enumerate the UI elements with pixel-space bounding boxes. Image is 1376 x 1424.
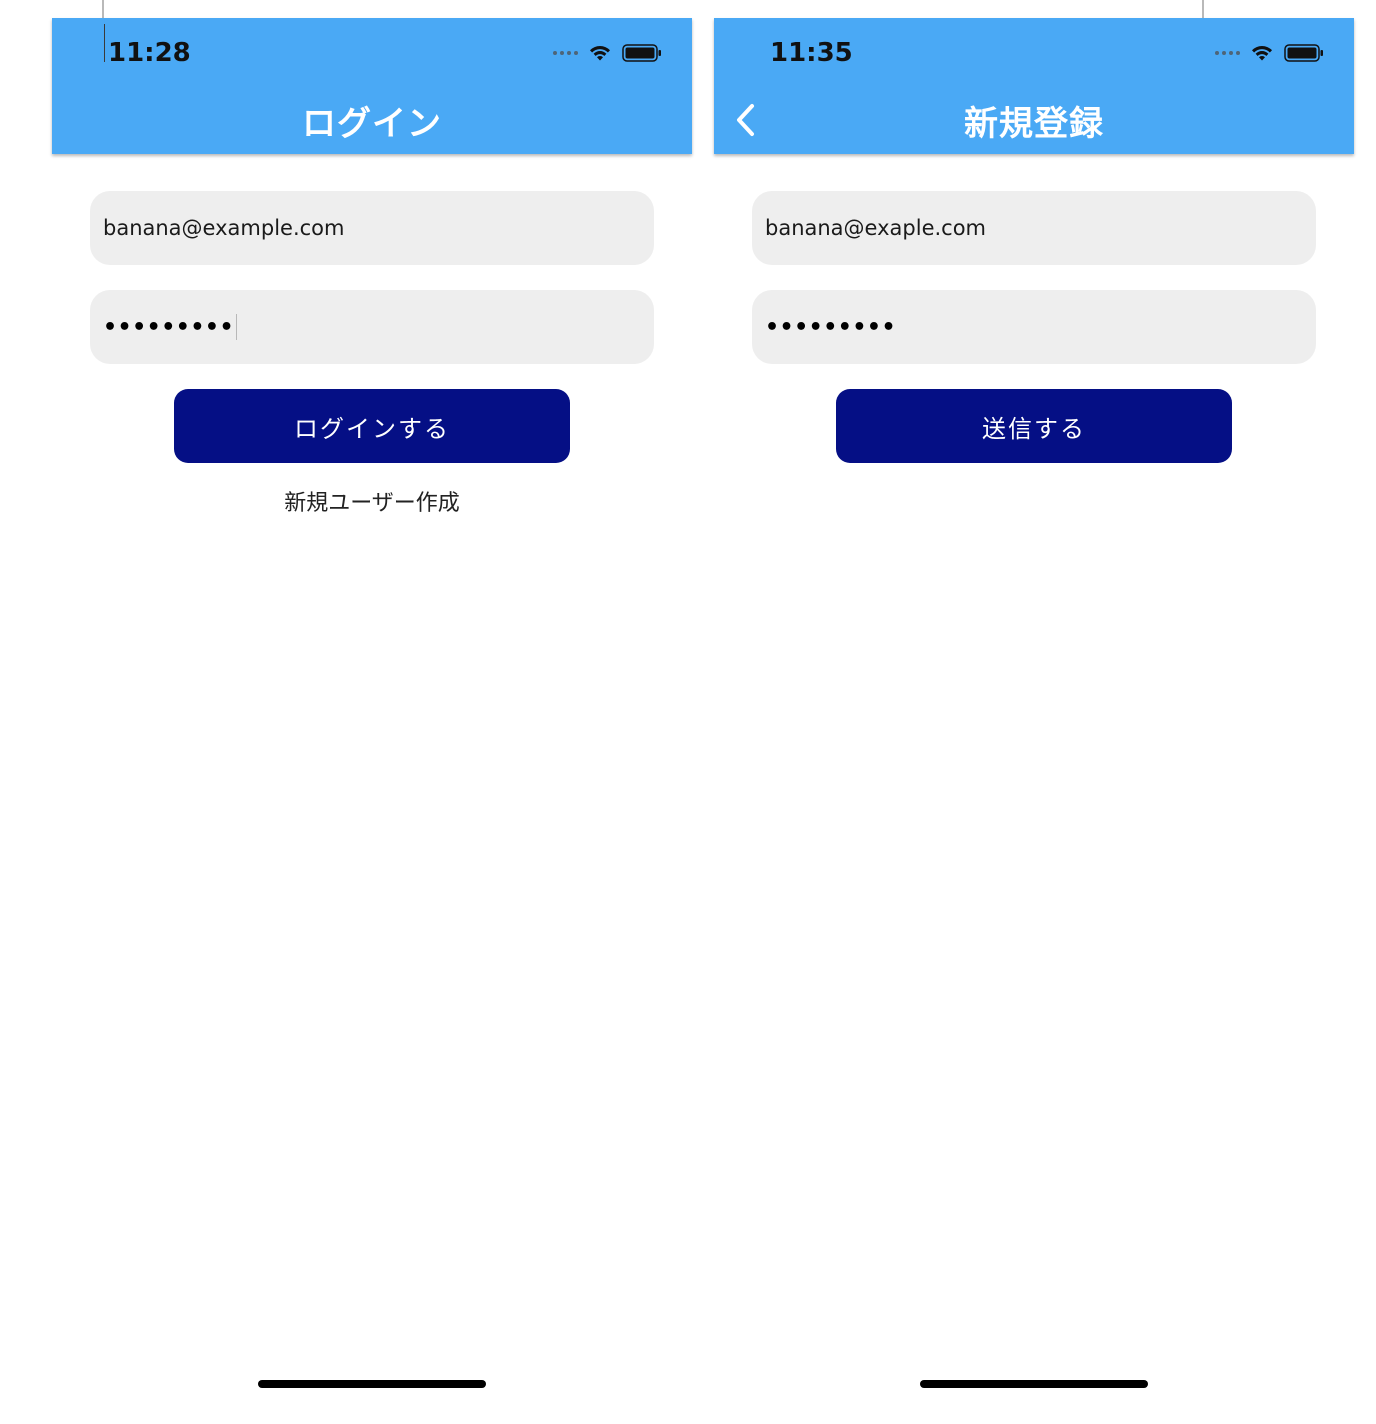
password-field[interactable]: ••••••••• [752,290,1316,364]
text-caret [236,314,238,340]
status-icons [553,42,662,64]
email-field[interactable]: banana@example.com [90,191,654,265]
battery-icon [622,44,661,62]
status-icons [1215,42,1324,64]
battery-icon [1284,44,1323,62]
status-time: 11:35 [770,38,853,68]
status-time: 11:28 [108,38,191,68]
password-field[interactable]: ••••••••• [90,290,654,364]
navigation-bar: 11:28 ログイン [52,18,692,154]
email-value: banana@example.com [103,216,345,240]
window-corner-mark [58,0,104,20]
email-field[interactable]: banana@exaple.com [752,191,1316,265]
wifi-icon [1252,45,1272,61]
navigation-bar: 11:35 新規登録 [714,18,1354,154]
window-corner-mark [1202,0,1248,20]
editor-cursor [104,24,105,62]
home-indicator[interactable] [920,1380,1148,1388]
wifi-icon [590,45,610,61]
login-button[interactable]: ログインする [174,389,570,463]
password-value: ••••••••• [765,314,897,340]
password-value: ••••••••• [103,314,235,340]
create-user-link[interactable]: 新規ユーザー作成 [52,485,692,517]
signal-dots-icon [553,51,578,55]
login-screen: 11:28 ログイン banana@example.com ••••••••• … [52,18,692,1424]
submit-button[interactable]: 送信する [836,389,1232,463]
page-title: ログイン [302,104,442,144]
page-title: 新規登録 [964,104,1104,144]
signal-dots-icon [1215,51,1240,55]
home-indicator[interactable] [258,1380,486,1388]
signup-screen: 11:35 新規登録 banana@exaple.com ••••••••• 送… [714,18,1354,1424]
email-value: banana@exaple.com [765,216,987,240]
